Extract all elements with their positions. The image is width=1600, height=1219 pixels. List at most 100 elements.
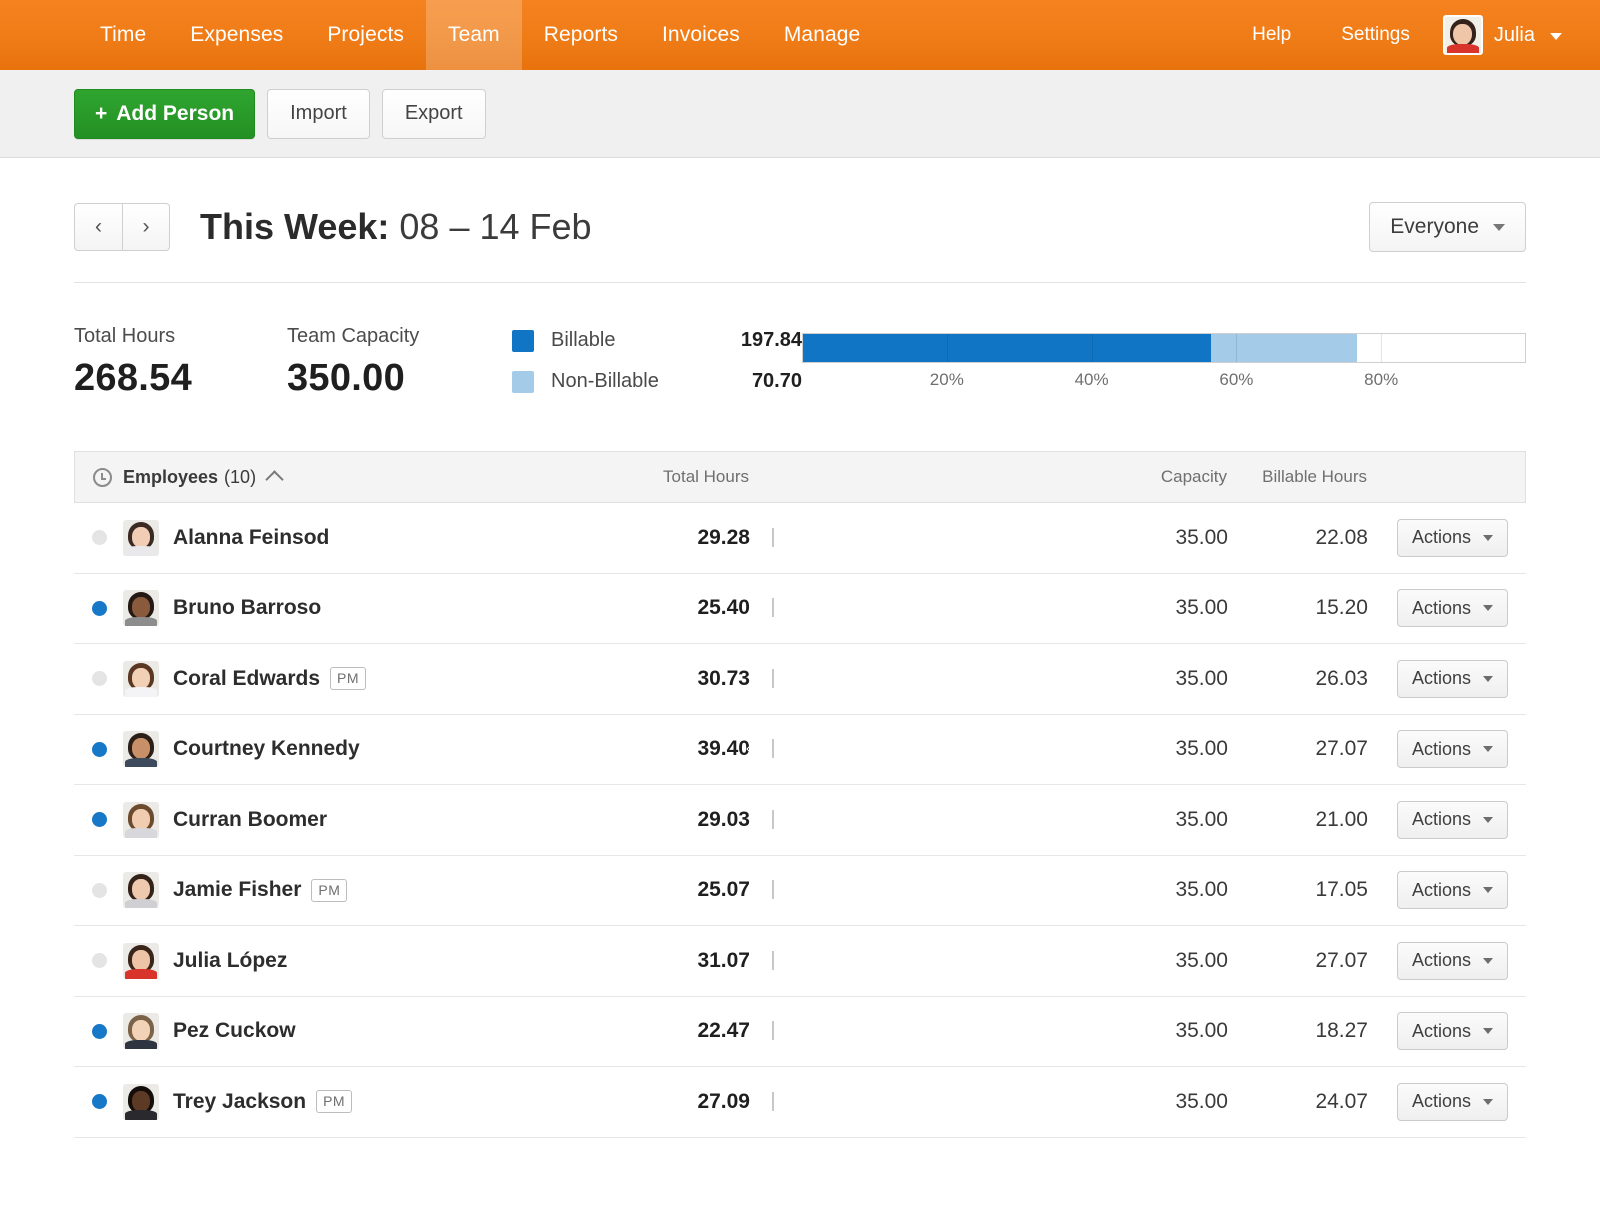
cell-billable-hours: 22.08 [1228, 526, 1368, 550]
chevron-down-icon [1483, 1028, 1493, 1034]
status-dot [92, 671, 107, 686]
employee-name[interactable]: Courtney Kennedy [173, 737, 360, 761]
cell-actions: Actions [1368, 589, 1508, 627]
table-row[interactable]: Alanna Feinsod 29.28 35.0022.08 Actions [74, 503, 1526, 574]
column-billable-hours: Billable Hours [1227, 467, 1367, 487]
actions-label: Actions [1412, 880, 1471, 901]
status-dot [92, 953, 107, 968]
week-title-label: This Week: [200, 206, 389, 247]
actions-button[interactable]: Actions [1397, 1012, 1508, 1050]
actions-button[interactable]: Actions [1397, 730, 1508, 768]
cell-hours-bar [750, 670, 1132, 688]
actions-button[interactable]: Actions [1397, 1083, 1508, 1121]
table-row[interactable]: Curran Boomer29.0335.0021.00Actions [74, 785, 1526, 856]
nav-item-expenses[interactable]: Expenses [168, 0, 305, 70]
cell-capacity: 35.00 [1132, 526, 1228, 550]
nav-item-team[interactable]: Team [426, 0, 522, 70]
table-row[interactable]: Coral Edwards PM 30.73 35.0026.03 Actions [74, 644, 1526, 715]
previous-week-button[interactable]: ‹ [74, 203, 122, 251]
nav-item-manage[interactable]: Manage [762, 0, 883, 70]
user-name: Julia [1494, 24, 1535, 47]
hours-bar [772, 810, 774, 829]
status-dot [92, 812, 107, 827]
user-menu[interactable]: Julia [1443, 15, 1562, 55]
cell-capacity: 35.00 [1132, 1090, 1228, 1114]
hours-bar [772, 669, 774, 688]
cell-capacity: 35.00 [1132, 878, 1228, 902]
cell-billable-hours: 15.20 [1228, 596, 1368, 620]
axis-tick-label: 80% [1364, 370, 1398, 390]
axis-tick [1092, 334, 1093, 362]
next-week-button[interactable]: › [122, 203, 170, 251]
cell-total-hours: 29.28 [580, 526, 750, 550]
legend-row: Billable197.84 [512, 329, 802, 352]
actions-button[interactable]: Actions [1397, 519, 1508, 557]
import-button[interactable]: Import [267, 89, 370, 139]
avatar [123, 1084, 159, 1120]
pm-badge: PM [330, 667, 366, 690]
actions-button[interactable]: Actions [1397, 660, 1508, 698]
employee-name[interactable]: Curran Boomer [173, 808, 327, 832]
team-utilization-bar [802, 333, 1526, 363]
add-person-button[interactable]: + Add Person [74, 89, 255, 139]
chevron-up-icon[interactable] [265, 470, 283, 488]
cell-total-hours: 30.73 [580, 667, 750, 691]
cell-actions: Actions [1368, 942, 1508, 980]
nav-help[interactable]: Help [1227, 24, 1316, 46]
employee-name[interactable]: Trey Jackson [173, 1090, 306, 1114]
employee-list: Alanna Feinsod29.2835.0022.08ActionsBrun… [74, 503, 1526, 1138]
nav-item-time[interactable]: Time [78, 0, 168, 70]
cell-billable-hours: 26.03 [1228, 667, 1368, 691]
team-capacity-value: 350.00 [287, 357, 512, 400]
axis-tick-label: 20% [930, 370, 964, 390]
export-button[interactable]: Export [382, 89, 486, 139]
table-row[interactable]: Courtney Kennedy39.4035.0027.07Actions [74, 715, 1526, 786]
actions-button[interactable]: Actions [1397, 801, 1508, 839]
cell-total-hours: 39.40 [580, 737, 750, 761]
cell-hours-bar [750, 740, 1132, 758]
table-row[interactable]: Julia López31.0735.0027.07Actions [74, 926, 1526, 997]
employee-name[interactable]: Coral Edwards [173, 667, 320, 691]
employee-name[interactable]: Julia López [173, 949, 287, 973]
cell-billable-hours: 27.07 [1228, 949, 1368, 973]
clock-icon [93, 468, 112, 487]
employee-name[interactable]: Pez Cuckow [173, 1019, 296, 1043]
employee-name[interactable]: Bruno Barroso [173, 596, 321, 620]
team-capacity-stat: Team Capacity 350.00 [287, 325, 512, 400]
nav-settings[interactable]: Settings [1316, 24, 1435, 46]
nav-item-invoices[interactable]: Invoices [640, 0, 762, 70]
top-navigation-bar: TimeExpensesProjectsTeamReportsInvoicesM… [0, 0, 1600, 70]
cell-capacity: 35.00 [1132, 949, 1228, 973]
cell-capacity: 35.00 [1132, 667, 1228, 691]
actions-label: Actions [1412, 739, 1471, 760]
people-filter-value: Everyone [1390, 215, 1479, 239]
table-row[interactable]: Pez Cuckow22.4735.0018.27Actions [74, 997, 1526, 1068]
table-row[interactable]: Bruno Barroso25.4035.0015.20Actions [74, 574, 1526, 645]
employee-name[interactable]: Alanna Feinsod [173, 526, 329, 550]
hours-bar [772, 1021, 774, 1040]
avatar [123, 802, 159, 838]
axis-tick-label: 60% [1219, 370, 1253, 390]
status-dot [92, 601, 107, 616]
actions-button[interactable]: Actions [1397, 871, 1508, 909]
secondary-nav: Help Settings Julia [1227, 0, 1600, 70]
nav-item-reports[interactable]: Reports [522, 0, 640, 70]
page-title: This Week: 08 – 14 Feb [200, 206, 592, 248]
employee-name[interactable]: Jamie Fisher [173, 878, 301, 902]
cell-actions: Actions [1368, 519, 1508, 557]
cell-billable-hours: 21.00 [1228, 808, 1368, 832]
people-filter-dropdown[interactable]: Everyone [1369, 202, 1526, 252]
nav-item-projects[interactable]: Projects [305, 0, 426, 70]
status-dot [92, 1024, 107, 1039]
hours-bar [772, 951, 774, 970]
cell-total-hours: 29.03 [580, 808, 750, 832]
actions-button[interactable]: Actions [1397, 589, 1508, 627]
avatar [123, 943, 159, 979]
avatar [123, 1013, 159, 1049]
avatar [123, 520, 159, 556]
table-row[interactable]: Trey JacksonPM27.0935.0024.07Actions [74, 1067, 1526, 1138]
avatar [1443, 15, 1483, 55]
actions-button[interactable]: Actions [1397, 942, 1508, 980]
table-row[interactable]: Jamie FisherPM25.0735.0017.05Actions [74, 856, 1526, 927]
actions-label: Actions [1412, 527, 1471, 548]
